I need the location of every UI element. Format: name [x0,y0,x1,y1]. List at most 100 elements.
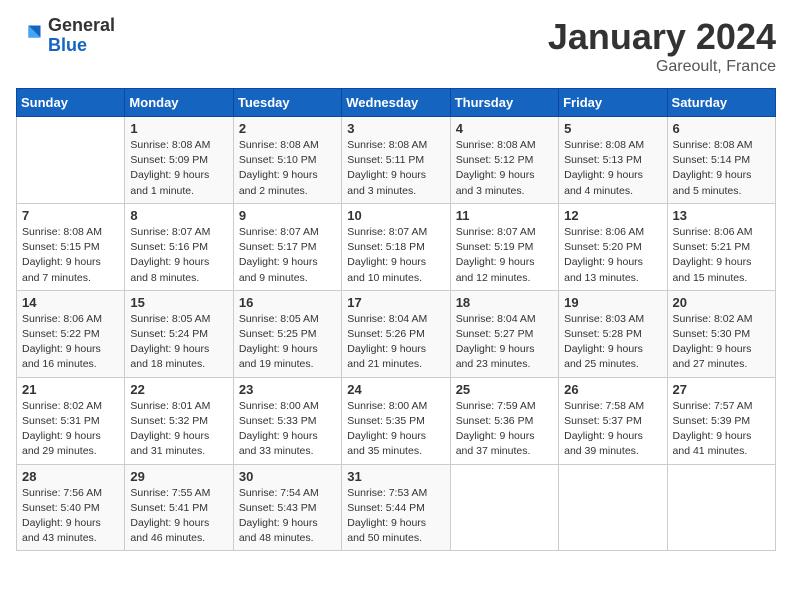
weekday-header-sunday: Sunday [17,89,125,117]
weekday-header-monday: Monday [125,89,233,117]
day-number: 31 [347,469,444,484]
day-info: Sunrise: 8:08 AMSunset: 5:09 PMDaylight:… [130,138,227,199]
day-info: Sunrise: 8:07 AMSunset: 5:17 PMDaylight:… [239,225,336,286]
calendar-week-row: 28 Sunrise: 7:56 AMSunset: 5:40 PMDayligh… [17,464,776,551]
calendar-cell: 17Sunrise: 8:04 AMSunset: 5:26 PMDayligh… [342,290,450,377]
day-info: Sunrise: 8:08 AMSunset: 5:10 PMDaylight:… [239,138,336,199]
calendar-cell: 3Sunrise: 8:08 AMSunset: 5:11 PMDaylight… [342,117,450,204]
calendar-cell: 8Sunrise: 8:07 AMSunset: 5:16 PMDaylight… [125,203,233,290]
day-info: Sunrise: 8:06 AMSunset: 5:20 PMDaylight:… [564,225,661,286]
logo-text: General Blue [48,16,115,56]
calendar-cell: 21Sunrise: 8:02 AMSunset: 5:31 PMDayligh… [17,377,125,464]
day-info: Sunrise: 7:55 AMSunset: 5:41 PMDaylight:… [130,486,227,547]
title-block: January 2024 Gareoult, France [548,16,776,76]
calendar-cell: 6 Sunrise: 8:08 AMSunset: 5:14 PMDaylight… [667,117,775,204]
calendar-cell: 13Sunrise: 8:06 AMSunset: 5:21 PMDayligh… [667,203,775,290]
weekday-header-saturday: Saturday [667,89,775,117]
day-info: Sunrise: 8:08 AMSunset: 5:11 PMDaylight:… [347,138,444,199]
day-number: 7 [22,208,119,223]
calendar-cell: 4 Sunrise: 8:08 AMSunset: 5:12 PMDaylight… [450,117,558,204]
day-number: 18 [456,295,553,310]
day-number: 26 [564,382,661,397]
day-info: Sunrise: 8:08 AMSunset: 5:15 PMDaylight:… [22,225,119,286]
day-number: 4 [456,121,553,136]
day-info: Sunrise: 7:56 AMSunset: 5:40 PMDaylight:… [22,486,119,547]
day-info: Sunrise: 8:04 AMSunset: 5:27 PMDaylight:… [456,312,553,373]
logo-blue-text: Blue [48,36,115,56]
day-number: 10 [347,208,444,223]
calendar-cell: 24 Sunrise: 8:00 AMSunset: 5:35 PMDayligh… [342,377,450,464]
calendar-cell: 19Sunrise: 8:03 AMSunset: 5:28 PMDayligh… [559,290,667,377]
day-number: 19 [564,295,661,310]
calendar-body: 1 Sunrise: 8:08 AMSunset: 5:09 PMDaylight… [17,117,776,551]
day-number: 14 [22,295,119,310]
calendar-cell: 31 Sunrise: 7:53 AMSunset: 5:44 PMDayligh… [342,464,450,551]
calendar-week-row: 21Sunrise: 8:02 AMSunset: 5:31 PMDayligh… [17,377,776,464]
day-number: 1 [130,121,227,136]
calendar-cell: 11Sunrise: 8:07 AMSunset: 5:19 PMDayligh… [450,203,558,290]
calendar-cell: 7 Sunrise: 8:08 AMSunset: 5:15 PMDaylight… [17,203,125,290]
calendar-cell: 16Sunrise: 8:05 AMSunset: 5:25 PMDayligh… [233,290,341,377]
calendar-table: SundayMondayTuesdayWednesdayThursdayFrid… [16,88,776,551]
day-number: 28 [22,469,119,484]
day-info: Sunrise: 8:02 AMSunset: 5:31 PMDaylight:… [22,399,119,460]
calendar-cell: 26Sunrise: 7:58 AMSunset: 5:37 PMDayligh… [559,377,667,464]
calendar-cell: 1 Sunrise: 8:08 AMSunset: 5:09 PMDaylight… [125,117,233,204]
day-info: Sunrise: 8:08 AMSunset: 5:14 PMDaylight:… [673,138,770,199]
calendar-cell: 28 Sunrise: 7:56 AMSunset: 5:40 PMDayligh… [17,464,125,551]
day-info: Sunrise: 8:06 AMSunset: 5:22 PMDaylight:… [22,312,119,373]
day-info: Sunrise: 7:54 AMSunset: 5:43 PMDaylight:… [239,486,336,547]
calendar-cell: 22Sunrise: 8:01 AMSunset: 5:32 PMDayligh… [125,377,233,464]
calendar-cell [17,117,125,204]
calendar-cell: 25Sunrise: 7:59 AMSunset: 5:36 PMDayligh… [450,377,558,464]
calendar-cell: 12 Sunrise: 8:06 AMSunset: 5:20 PMDayligh… [559,203,667,290]
logo: General Blue [16,16,115,56]
day-number: 2 [239,121,336,136]
calendar-cell: 10 Sunrise: 8:07 AMSunset: 5:18 PMDayligh… [342,203,450,290]
day-info: Sunrise: 8:07 AMSunset: 5:16 PMDaylight:… [130,225,227,286]
calendar-cell: 30Sunrise: 7:54 AMSunset: 5:43 PMDayligh… [233,464,341,551]
calendar-cell [667,464,775,551]
day-number: 16 [239,295,336,310]
calendar-cell: 29 Sunrise: 7:55 AMSunset: 5:41 PMDayligh… [125,464,233,551]
day-info: Sunrise: 8:06 AMSunset: 5:21 PMDaylight:… [673,225,770,286]
day-number: 24 [347,382,444,397]
day-number: 5 [564,121,661,136]
weekday-header-row: SundayMondayTuesdayWednesdayThursdayFrid… [17,89,776,117]
weekday-header-thursday: Thursday [450,89,558,117]
calendar-cell: 15 Sunrise: 8:05 AMSunset: 5:24 PMDayligh… [125,290,233,377]
logo-general-text: General [48,16,115,36]
day-info: Sunrise: 8:05 AMSunset: 5:24 PMDaylight:… [130,312,227,373]
day-number: 20 [673,295,770,310]
day-info: Sunrise: 8:02 AMSunset: 5:30 PMDaylight:… [673,312,770,373]
day-number: 27 [673,382,770,397]
calendar-cell: 23 Sunrise: 8:00 AMSunset: 5:33 PMDayligh… [233,377,341,464]
calendar-cell [450,464,558,551]
day-number: 23 [239,382,336,397]
calendar-week-row: 1 Sunrise: 8:08 AMSunset: 5:09 PMDaylight… [17,117,776,204]
day-info: Sunrise: 8:07 AMSunset: 5:18 PMDaylight:… [347,225,444,286]
calendar-cell: 2 Sunrise: 8:08 AMSunset: 5:10 PMDaylight… [233,117,341,204]
day-number: 9 [239,208,336,223]
day-number: 29 [130,469,227,484]
day-info: Sunrise: 7:53 AMSunset: 5:44 PMDaylight:… [347,486,444,547]
day-info: Sunrise: 7:59 AMSunset: 5:36 PMDaylight:… [456,399,553,460]
day-number: 17 [347,295,444,310]
day-number: 6 [673,121,770,136]
day-number: 22 [130,382,227,397]
day-info: Sunrise: 8:08 AMSunset: 5:12 PMDaylight:… [456,138,553,199]
weekday-header-friday: Friday [559,89,667,117]
calendar-cell: 5 Sunrise: 8:08 AMSunset: 5:13 PMDaylight… [559,117,667,204]
calendar-cell [559,464,667,551]
day-number: 12 [564,208,661,223]
day-number: 15 [130,295,227,310]
calendar-week-row: 14 Sunrise: 8:06 AMSunset: 5:22 PMDayligh… [17,290,776,377]
weekday-header-tuesday: Tuesday [233,89,341,117]
logo-icon [16,22,44,50]
day-info: Sunrise: 8:00 AMSunset: 5:35 PMDaylight:… [347,399,444,460]
page-header: General Blue January 2024 Gareoult, Fran… [16,16,776,76]
weekday-header-wednesday: Wednesday [342,89,450,117]
day-number: 11 [456,208,553,223]
day-info: Sunrise: 8:08 AMSunset: 5:13 PMDaylight:… [564,138,661,199]
day-info: Sunrise: 8:00 AMSunset: 5:33 PMDaylight:… [239,399,336,460]
